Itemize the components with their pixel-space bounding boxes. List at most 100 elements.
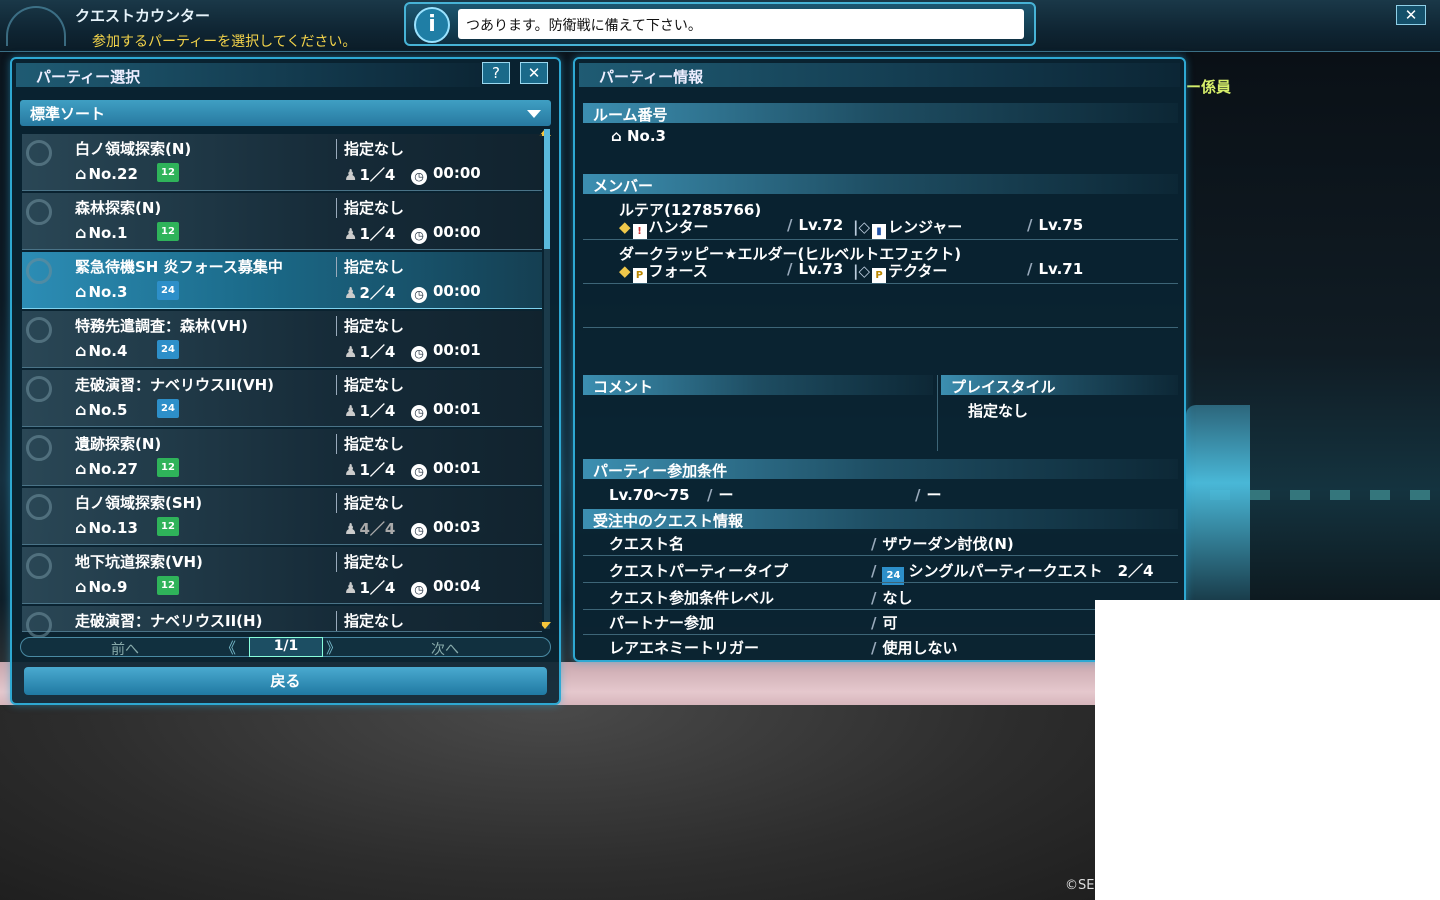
- party-elapsed-time: ◷ 00:04: [411, 577, 481, 598]
- window-title: クエストカウンター: [75, 7, 211, 25]
- condition-2-value: ー: [718, 486, 734, 504]
- sort-dropdown-label: 標準ソート: [30, 105, 106, 123]
- divider: [583, 634, 1178, 635]
- clock-icon: ◷: [411, 523, 427, 539]
- sort-dropdown[interactable]: 標準ソート: [20, 100, 551, 126]
- condition-3-value: ー: [926, 486, 942, 504]
- separator: /: [915, 486, 921, 504]
- row-ring-icon: [26, 140, 52, 166]
- person-icon: ♟: [344, 225, 358, 243]
- quest-row-value: / なし: [871, 587, 913, 608]
- party-quest-name: 走破演習：ナベリウスII(VH): [75, 376, 275, 394]
- main-level-value: Lv.73: [798, 260, 844, 278]
- party-room: ⌂ No.4: [75, 341, 127, 360]
- quest-name-value: ザウーダン討伐(N): [882, 535, 1014, 553]
- sub-level-value: Lv.75: [1038, 216, 1084, 234]
- member-sub-level: / Lv.71: [1027, 260, 1083, 278]
- party-member-count: ♟ 1／4: [344, 341, 395, 362]
- playstyle-value: 指定なし: [968, 402, 1029, 420]
- separator: /: [1027, 260, 1033, 278]
- main-class-chevron-icon: ◆: [619, 218, 631, 236]
- clock-icon: ◷: [411, 287, 427, 303]
- party-row[interactable]: 走破演習：ナベリウスII(H) 指定なし: [22, 606, 542, 638]
- clock-icon: ◷: [411, 228, 427, 244]
- clock-icon: ◷: [411, 582, 427, 598]
- condition-level: Lv.70～75: [609, 486, 690, 504]
- party-row[interactable]: 地下坑道探索(VH) 指定なし ⌂ No.9 12 ♟ 1／4 ◷ 00:04: [22, 547, 542, 604]
- room-value-text: No.3: [626, 127, 666, 145]
- party-member-count: ♟ 1／4: [344, 223, 395, 244]
- member-main-level: / Lv.73: [787, 260, 843, 278]
- list-scrollbar[interactable]: [544, 129, 550, 629]
- separator: /: [871, 535, 877, 553]
- party-quest-name: 緊急待機SH 炎フォース募集中: [75, 258, 283, 276]
- party-elapsed-time: ◷ 00:00: [411, 282, 481, 303]
- room-number: No.3: [88, 283, 128, 301]
- party-row[interactable]: 白ノ領域探索(SH) 指定なし ⌂ No.13 12 ♟ 4／4 ◷ 00:03: [22, 488, 542, 545]
- divider: [336, 611, 337, 631]
- info-message: つあります。防衛戦に備えて下さい。: [458, 9, 1024, 39]
- party-select-title: パーティー選択: [16, 63, 481, 87]
- close-window-button[interactable]: ✕: [1396, 5, 1426, 25]
- party-row[interactable]: 白ノ領域探索(N) 指定なし ⌂ No.22 12 ♟ 1／4 ◷ 00:00: [22, 134, 542, 191]
- party-row[interactable]: 遺跡探索(N) 指定なし ⌂ No.27 12 ♟ 1／4 ◷ 00:01: [22, 429, 542, 486]
- page-right-arrows-icon[interactable]: 》: [326, 637, 341, 658]
- techer-class-icon: P: [872, 268, 887, 283]
- party-row-selected[interactable]: 緊急待機SH 炎フォース募集中 指定なし ⌂ No.3 24 ♟ 2／4 ◷ 00:0…: [22, 252, 542, 309]
- elapsed-time-value: 00:03: [433, 518, 481, 536]
- main-level-value: Lv.72: [798, 216, 844, 234]
- party-room: ⌂ No.1: [75, 223, 127, 242]
- quest-row-label: クエスト名: [609, 535, 685, 553]
- room-number: No.4: [88, 342, 128, 360]
- back-button[interactable]: 戻る: [24, 667, 547, 695]
- separator: /: [871, 562, 877, 580]
- row-ring-icon: [26, 553, 52, 579]
- party-row[interactable]: 走破演習：ナベリウスII(VH) 指定なし ⌂ No.5 24 ♟ 1／4 ◷ 00:…: [22, 370, 542, 427]
- divider: [336, 552, 337, 572]
- help-button[interactable]: ?: [482, 62, 510, 84]
- party-row[interactable]: 特務先遣調査：森林(VH) 指定なし ⌂ No.4 24 ♟ 1／4 ◷ 00:01: [22, 311, 542, 368]
- clock-icon: ◷: [411, 464, 427, 480]
- clock-icon: ◷: [411, 346, 427, 362]
- row-ring-icon: [26, 435, 52, 461]
- house-icon: ⌂: [75, 518, 87, 537]
- party-room: ⌂ No.22: [75, 164, 138, 183]
- member-count-value: 1／4: [359, 402, 396, 420]
- page-left-arrows-icon[interactable]: 《: [221, 637, 236, 658]
- background-floor: [0, 705, 1095, 900]
- room-number: No.22: [88, 165, 138, 183]
- party-type-badge: 12: [157, 222, 179, 241]
- party-condition: 指定なし: [344, 376, 405, 394]
- party-condition: 指定なし: [344, 199, 405, 217]
- party-condition: 指定なし: [344, 494, 405, 512]
- close-panel-button[interactable]: ✕: [520, 62, 548, 84]
- room-number: No.9: [88, 578, 128, 596]
- party-condition: 指定なし: [344, 140, 405, 158]
- page-indicator: 1/1: [249, 637, 323, 657]
- sub-class-chevron-icon: |◇: [853, 262, 871, 280]
- party-row[interactable]: 森林探索(N) 指定なし ⌂ No.1 12 ♟ 1／4 ◷ 00:00: [22, 193, 542, 250]
- npc-name-label: ー係員: [1186, 78, 1232, 96]
- next-page-button[interactable]: 次へ: [431, 639, 459, 659]
- hunter-class-icon: !: [632, 224, 647, 239]
- main-class-name: ハンター: [648, 218, 709, 236]
- row-ring-icon: [26, 258, 52, 284]
- scrollbar-thumb[interactable]: [544, 129, 550, 249]
- condition-3: / ー: [915, 484, 942, 505]
- divider: [336, 434, 337, 454]
- person-icon: ♟: [344, 343, 358, 361]
- quest-row-label: クエスト参加条件レベル: [609, 589, 775, 607]
- quest-row-label: パートナー参加: [609, 614, 715, 632]
- prev-page-button[interactable]: 前へ: [111, 639, 139, 659]
- member-count-value: 4／4: [359, 520, 396, 538]
- party-type-badge: 24: [157, 399, 179, 418]
- party-elapsed-time: ◷ 00:01: [411, 459, 481, 480]
- party-elapsed-time: ◷ 00:03: [411, 518, 481, 539]
- house-icon: ⌂: [75, 400, 87, 419]
- level-condition-value: なし: [882, 589, 913, 607]
- house-icon: ⌂: [611, 127, 622, 145]
- row-ring-icon: [26, 199, 52, 225]
- room-number-value: ⌂ No.3: [611, 127, 666, 145]
- house-icon: ⌂: [75, 577, 87, 596]
- quest-info-heading: 受注中のクエスト情報: [583, 509, 1178, 530]
